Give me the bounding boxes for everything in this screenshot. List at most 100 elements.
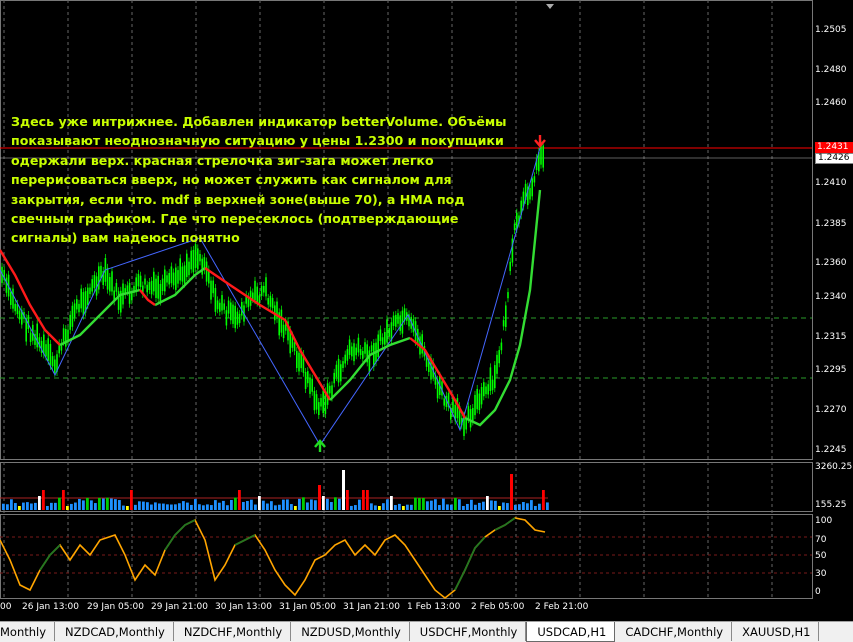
tab-xauusd[interactable]: XAUUSD,H1 [732,622,820,641]
tab-nzdusd[interactable]: NZDUSD,Monthly [291,622,410,641]
candle-body [164,269,166,292]
candle-body [172,272,175,286]
candle-body [170,266,173,284]
volume-bar [274,505,277,510]
tab-usdchf[interactable]: USDCHF,Monthly [410,622,527,641]
candle-body [293,342,296,352]
candle-body [51,356,54,367]
volume-bar [146,502,149,510]
volume-bar [494,500,497,510]
candle-body [465,419,467,430]
volume-bar [478,502,481,510]
candle-body [271,297,274,309]
volume-bar [222,500,225,510]
tab-nzdchf[interactable]: NZDCHF,Monthly [174,622,292,641]
volume-bar [102,498,105,510]
candle-body [399,315,401,331]
volume-bar [138,501,141,510]
tab-monthly[interactable]: Monthly [0,622,56,641]
volume-bar [194,499,197,510]
volume-bar [402,506,405,510]
volume-bar [126,506,129,510]
candle-body [148,282,151,290]
candle-body [335,364,338,378]
volume-bar [278,504,281,510]
candle-body [137,273,140,287]
volume-bar [530,500,533,510]
osc-label: 0 [815,587,821,597]
candle-body [362,350,364,359]
candle-body [230,302,232,321]
volume-bar [346,490,349,510]
volume-bar [106,497,109,510]
volume-bar [198,504,201,510]
volume-bar [234,497,237,510]
candle-body [476,388,478,410]
volume-bar [454,497,457,510]
tab-cadchf[interactable]: CADCHF,Monthly [615,622,733,641]
candle-body [392,315,395,326]
volume-bar [90,500,93,510]
volume-bar [502,502,505,510]
candle-body [386,319,388,343]
candle-body [197,248,199,270]
volume-bar [22,502,25,510]
volume-bar [202,505,205,510]
candle-body [542,145,544,168]
candle-body [311,378,313,392]
volume-bar [18,506,21,510]
price-label: 1.2245 [815,445,847,455]
volume-bar [526,503,529,510]
volume-bar [538,503,541,510]
volume-bar [262,500,265,510]
volume-bar [170,504,173,510]
volume-bar [294,506,297,510]
volume-bar [182,501,185,510]
bid-price-tag: 1.2426 [815,153,853,164]
candle-body [296,350,298,369]
oscillator-line [0,517,546,600]
volume-bar [74,502,77,510]
time-label: 2 Feb 21:00 [535,602,589,612]
candle-body [333,372,335,384]
price-label: 1.2270 [815,405,847,415]
tab-nzdcad[interactable]: NZDCAD,Monthly [55,622,174,641]
tab-usdcad[interactable]: USDCAD,H1 [526,622,616,642]
candle-body [318,402,320,416]
candle-body [45,344,47,357]
volume-bar [130,490,133,510]
volume-bar [78,498,81,510]
volume-bar [282,499,285,510]
volume-bar [26,502,29,510]
candle-body [98,266,100,290]
candle-body [267,298,269,305]
candle-body [478,393,481,411]
candle-body [395,314,397,327]
chart-area[interactable]: Здесь уже интрижнее. Добавлен индикатор … [0,0,853,621]
volume-bar [394,505,397,510]
volume-bar [342,470,345,510]
time-label: 1 Feb 13:00 [407,602,461,612]
volume-bar [206,504,209,510]
volume-bar [506,503,509,510]
volume-bar [462,505,465,510]
hma-line [0,249,61,346]
price-chart[interactable] [0,0,853,621]
candle-body [223,303,225,310]
volume-bar [366,490,369,510]
candle-body [166,275,168,283]
volume-bar [446,504,449,510]
volume-bar [362,490,365,510]
volume-bar [82,500,85,510]
volume-bar [374,505,377,510]
candle-body [320,397,322,407]
candle-body [219,302,221,312]
volume-bar [134,504,137,510]
candle-body [43,334,45,355]
volume-bar [382,503,385,510]
volume-bar [86,497,89,510]
volume-bar [438,505,441,510]
volume-bar [322,496,325,510]
volume-bar [166,504,169,510]
volume-bar [414,497,417,510]
